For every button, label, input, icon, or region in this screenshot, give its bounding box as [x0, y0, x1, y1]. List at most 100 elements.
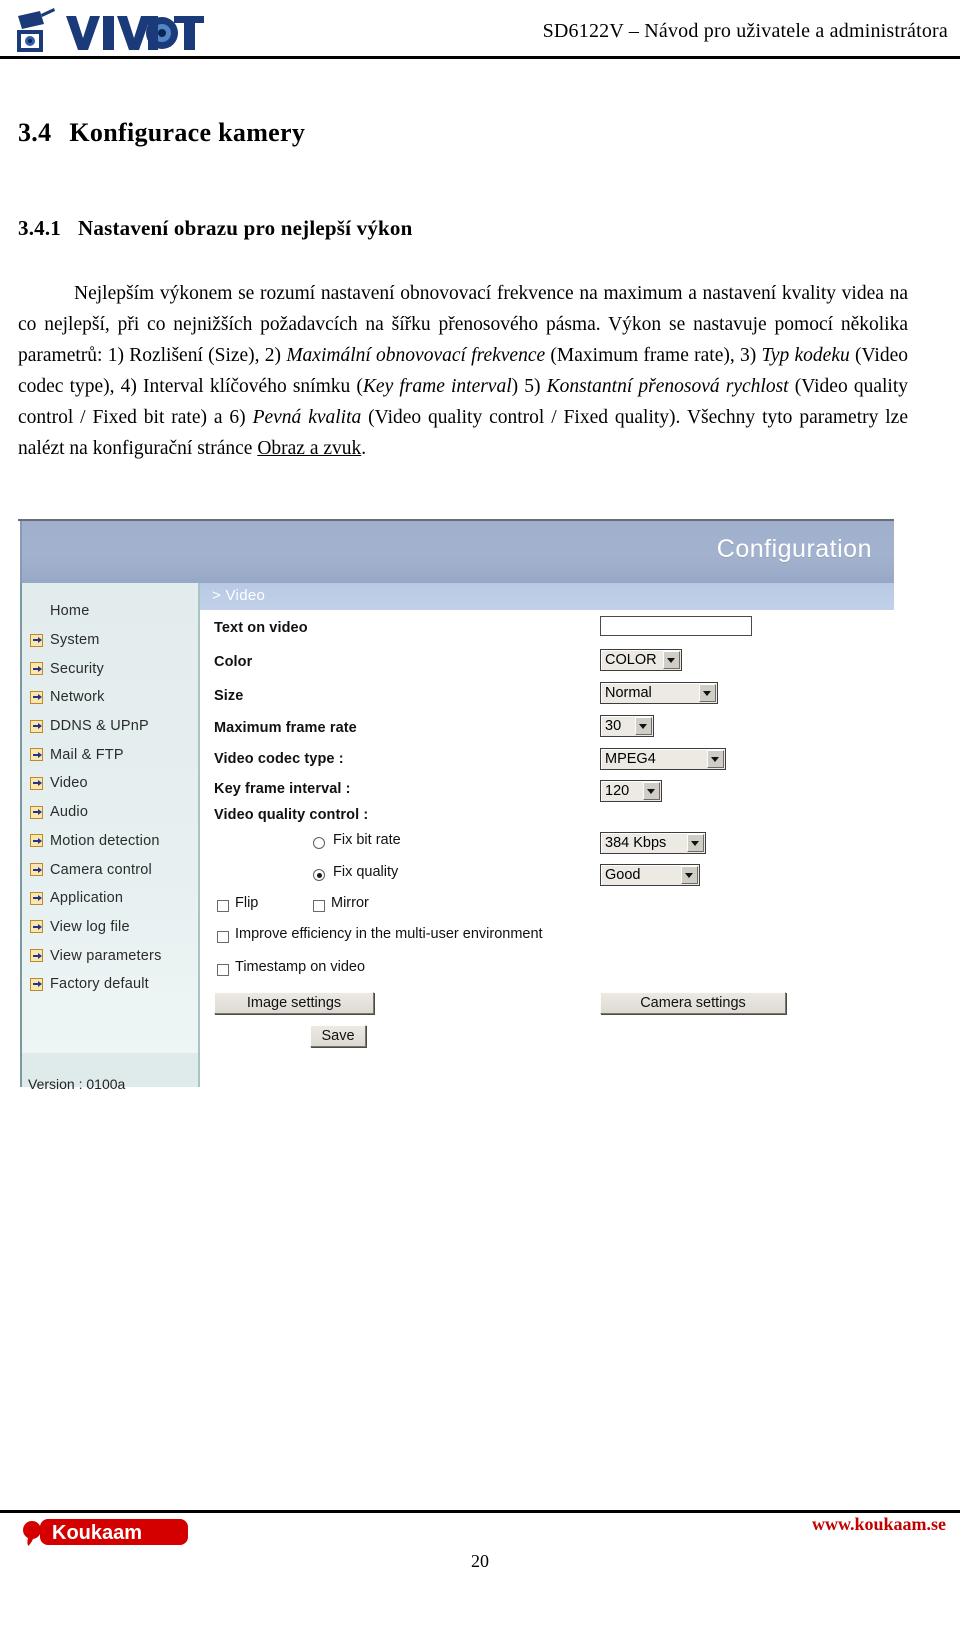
label-color: Color	[214, 654, 253, 670]
arrow-icon	[30, 776, 43, 790]
breadcrumb-bar: > Video	[200, 583, 894, 610]
chevron-down-icon	[663, 651, 680, 669]
document-header-title: SD6122V – Návod pro uživatele a administ…	[542, 20, 948, 42]
arrow-icon	[30, 834, 43, 848]
size-select[interactable]: Normal	[600, 682, 718, 704]
arrow-icon	[30, 920, 43, 934]
arrow-icon	[30, 605, 43, 618]
main-panel: > Video Text on video Color Size Maximum…	[198, 583, 894, 1087]
page-number: 20	[471, 1551, 489, 1571]
checkbox-timestamp-on-video[interactable]	[217, 964, 229, 976]
checkbox-mirror-label[interactable]: Mirror	[331, 895, 369, 911]
sidebar-item-label: View log file	[50, 918, 130, 935]
para-italic-5: Pevná kvalita	[252, 407, 362, 428]
firmware-version-label: Version : 0100a	[28, 1076, 126, 1092]
sidebar-item-view-log-file[interactable]: View log file	[28, 913, 198, 942]
subsection-title: Nastavení obrazu pro nejlepší výkon	[78, 216, 413, 240]
para-underline-1: Obraz a zvuk	[257, 438, 362, 459]
body-paragraph: Nejlepším výkonem se rozumí nastavení ob…	[18, 278, 908, 464]
camera-settings-button[interactable]: Camera settings	[600, 992, 786, 1014]
section-heading-3-4: 3.4 Konfigurace kamery	[18, 118, 305, 148]
sidebar-item-security[interactable]: Security	[28, 654, 198, 683]
radio-fix-quality-label[interactable]: Fix quality	[333, 864, 398, 880]
para-italic-1: Maximální obnovovací frekvence	[286, 345, 546, 366]
sidebar-item-label: Application	[50, 890, 124, 907]
maximum-frame-rate-select[interactable]: 30	[600, 715, 654, 737]
footer-url: www.koukaam.se	[811, 1514, 946, 1534]
arrow-icon	[30, 719, 43, 733]
sidebar-item-label: Factory default	[50, 976, 149, 993]
vivotek-logo	[14, 8, 204, 54]
sidebar-item-label: Network	[50, 689, 105, 706]
koukaam-logo: Koukaam	[20, 1518, 192, 1548]
label-text-on-video: Text on video	[214, 620, 308, 636]
video-codec-type-select[interactable]: MPEG4	[600, 748, 726, 770]
sidebar-item-application[interactable]: Application	[28, 884, 198, 913]
para-run-4: ) 5)	[511, 376, 547, 397]
section-title: Konfigurace kamery	[69, 118, 306, 147]
checkbox-flip-label[interactable]: Flip	[235, 895, 258, 911]
section-number: 3.4	[18, 118, 52, 147]
video-codec-type-value: MPEG4	[605, 751, 656, 767]
sidebar-item-label: Audio	[50, 804, 89, 821]
para-run-2: (Maximum frame rate), 3)	[545, 345, 762, 366]
chevron-down-icon	[681, 866, 698, 884]
label-size: Size	[214, 688, 244, 704]
arrow-icon	[30, 633, 43, 647]
sidebar-item-system[interactable]: System	[28, 626, 198, 655]
sidebar-item-label: Security	[50, 660, 104, 677]
fix-quality-value: Good	[605, 867, 641, 883]
arrow-icon	[30, 805, 43, 819]
sidebar-item-audio[interactable]: Audio	[28, 798, 198, 827]
fix-bit-rate-select[interactable]: 384 Kbps	[600, 832, 706, 854]
radio-fix-bit-rate-label[interactable]: Fix bit rate	[333, 832, 401, 848]
sidebar-item-label: Motion detection	[50, 832, 160, 849]
sidebar-item-label: Mail & FTP	[50, 746, 124, 763]
sidebar-item-network[interactable]: Network	[28, 683, 198, 712]
checkbox-improve-efficiency[interactable]	[217, 931, 229, 943]
sidebar-item-home[interactable]: Home	[28, 597, 198, 626]
sidebar-item-video[interactable]: Video	[28, 769, 198, 798]
sidebar-item-mail-ftp[interactable]: Mail & FTP	[28, 740, 198, 769]
arrow-icon	[30, 748, 43, 762]
arrow-icon	[30, 690, 43, 704]
checkbox-improve-efficiency-label[interactable]: Improve efficiency in the multi-user env…	[235, 926, 543, 942]
key-frame-interval-value: 120	[605, 783, 630, 799]
sidebar-item-camera-control[interactable]: Camera control	[28, 855, 198, 884]
chevron-down-icon	[635, 717, 652, 735]
key-frame-interval-select[interactable]: 120	[600, 780, 662, 802]
svg-text:Koukaam: Koukaam	[52, 1522, 142, 1544]
arrow-icon	[30, 891, 43, 905]
checkbox-flip[interactable]	[217, 900, 229, 912]
text-on-video-input[interactable]	[600, 616, 752, 636]
arrow-icon	[30, 977, 43, 991]
page-header: SD6122V – Návod pro uživatele a administ…	[0, 0, 960, 62]
sidebar-item-label: View parameters	[50, 947, 162, 964]
embedded-screenshot: Configuration Home System Security Netwo…	[18, 519, 894, 1092]
image-settings-button[interactable]: Image settings	[214, 992, 374, 1014]
sidebar-item-motion-detection[interactable]: Motion detection	[28, 827, 198, 856]
size-select-value: Normal	[605, 685, 652, 701]
sidebar-item-ddns-upnp[interactable]: DDNS & UPnP	[28, 712, 198, 741]
sidebar: Home System Security Network DDNS & UPnP	[20, 583, 198, 1092]
sidebar-item-factory-default[interactable]: Factory default	[28, 970, 198, 999]
section-heading-3-4-1: 3.4.1 Nastavení obrazu pro nejlepší výkon	[18, 216, 412, 241]
chevron-down-icon	[687, 834, 704, 852]
chevron-down-icon	[643, 782, 660, 800]
radio-fix-bit-rate[interactable]	[313, 837, 325, 849]
save-button[interactable]: Save	[310, 1025, 366, 1047]
breadcrumb: > Video	[212, 587, 266, 604]
para-run-7: .	[361, 438, 367, 459]
fix-quality-select[interactable]: Good	[600, 864, 700, 886]
arrow-icon	[30, 662, 43, 676]
koukaam-logo-icon: Koukaam	[23, 1519, 188, 1546]
arrow-icon	[30, 949, 43, 963]
color-select[interactable]: COLOR	[600, 649, 682, 671]
sidebar-item-view-parameters[interactable]: View parameters	[28, 941, 198, 970]
checkbox-mirror[interactable]	[313, 900, 325, 912]
sidebar-item-label: Camera control	[50, 861, 152, 878]
checkbox-timestamp-on-video-label[interactable]: Timestamp on video	[235, 959, 365, 975]
app-banner: Configuration	[20, 521, 894, 583]
radio-fix-quality[interactable]	[313, 869, 325, 881]
subsection-number: 3.4.1	[18, 216, 61, 240]
